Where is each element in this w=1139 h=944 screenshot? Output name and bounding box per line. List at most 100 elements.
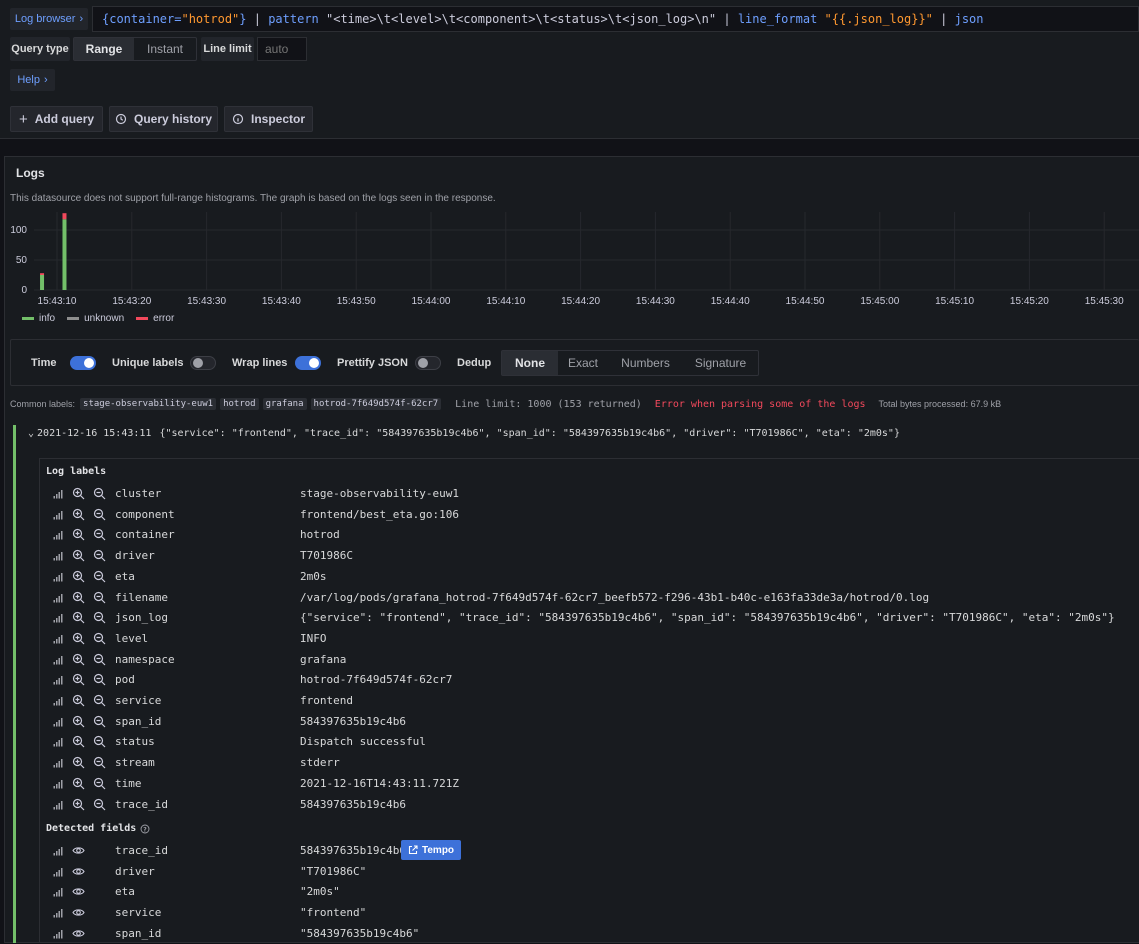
zoom-in-icon[interactable] [72, 653, 85, 669]
eye-icon[interactable] [72, 927, 85, 943]
zoom-in-icon[interactable] [72, 735, 85, 751]
stats-icon[interactable] [53, 489, 63, 502]
zoom-in-icon[interactable] [72, 611, 85, 627]
stats-icon[interactable] [53, 867, 63, 880]
zoom-in-icon[interactable] [72, 715, 85, 731]
stats-icon[interactable] [53, 551, 63, 564]
dedup-numbers[interactable]: Numbers [608, 351, 683, 375]
zoom-out-icon[interactable] [93, 487, 106, 503]
stats-icon[interactable] [53, 510, 63, 523]
stats-icon[interactable] [53, 696, 63, 709]
zoom-out-icon[interactable] [93, 673, 106, 689]
label-row: eta 2m0s [0, 567, 1139, 587]
eye-icon[interactable] [72, 906, 85, 922]
question-circle-icon[interactable]: ? [140, 824, 150, 834]
query-line-format-keyword: line_format [737, 12, 818, 26]
stats-icon[interactable] [53, 717, 63, 730]
help-button[interactable]: Help › [10, 69, 55, 91]
legend-item-info[interactable]: info [22, 313, 55, 324]
legend-label-info: info [39, 313, 56, 324]
chevron-right-icon: › [43, 74, 48, 86]
log-browser-button[interactable]: Log browser › [10, 8, 88, 30]
label-key: namespace [115, 652, 175, 666]
zoom-out-icon[interactable] [93, 508, 106, 524]
zoom-out-icon[interactable] [93, 777, 106, 793]
stats-icon[interactable] [53, 634, 63, 647]
label-value: frontend [300, 694, 353, 707]
label-key: trace_id [115, 797, 168, 811]
zoom-in-icon[interactable] [72, 508, 85, 524]
field-value: 584397635b19c4b6 [300, 844, 406, 857]
eye-icon[interactable] [72, 865, 85, 881]
unique-labels-toggle[interactable] [190, 356, 216, 370]
stats-icon[interactable] [53, 929, 63, 942]
label-key: component [115, 507, 175, 521]
prettify-json-toggle[interactable] [415, 356, 441, 370]
eye-icon[interactable] [72, 844, 85, 860]
stats-icon[interactable] [53, 572, 63, 585]
zoom-out-icon[interactable] [93, 715, 106, 731]
zoom-out-icon[interactable] [93, 611, 106, 627]
dedup-exact[interactable]: Exact [558, 351, 608, 375]
zoom-in-icon[interactable] [72, 549, 85, 565]
zoom-out-icon[interactable] [93, 756, 106, 772]
zoom-in-icon[interactable] [72, 798, 85, 814]
chevron-down-icon[interactable]: ⌄ [28, 428, 34, 439]
zoom-out-icon[interactable] [93, 735, 106, 751]
stats-icon[interactable] [53, 737, 63, 750]
stats-icon[interactable] [53, 779, 63, 792]
query-history-button[interactable]: Query history [109, 106, 218, 132]
tempo-link-button[interactable]: Tempo [401, 840, 462, 860]
query-input[interactable]: {container="hotrod"} | pattern "<time>\t… [92, 6, 1139, 32]
stats-icon[interactable] [53, 530, 63, 543]
query-type-label: Query type [10, 37, 70, 61]
field-row: eta "2m0s" [0, 882, 1139, 902]
query-type-instant[interactable]: Instant [134, 38, 196, 60]
zoom-out-icon[interactable] [93, 798, 106, 814]
stats-icon[interactable] [53, 655, 63, 668]
zoom-in-icon[interactable] [72, 694, 85, 710]
query-type-range[interactable]: Range [74, 38, 134, 60]
zoom-out-icon[interactable] [93, 653, 106, 669]
stats-icon[interactable] [53, 758, 63, 771]
zoom-in-icon[interactable] [72, 673, 85, 689]
dedup-signature[interactable]: Signature [683, 351, 758, 375]
field-key: trace_id [115, 844, 168, 857]
field-value: "frontend" [300, 906, 367, 920]
zoom-in-icon[interactable] [72, 528, 85, 544]
log-row[interactable]: ⌄ 2021-12-16 15:43:11 {"service": "fronte… [28, 428, 900, 439]
zoom-out-icon[interactable] [93, 632, 106, 648]
zoom-in-icon[interactable] [72, 487, 85, 503]
add-query-button[interactable]: + Add query [10, 106, 103, 132]
dedup-none[interactable]: None [502, 351, 558, 375]
zoom-out-icon[interactable] [93, 570, 106, 586]
zoom-in-icon[interactable] [72, 632, 85, 648]
zoom-out-icon[interactable] [93, 591, 106, 607]
legend-item-error[interactable]: error [136, 313, 174, 324]
stats-icon[interactable] [53, 887, 63, 900]
zoom-out-icon[interactable] [93, 528, 106, 544]
zoom-in-icon[interactable] [72, 777, 85, 793]
eye-icon[interactable] [72, 885, 85, 901]
stats-icon[interactable] [53, 593, 63, 606]
zoom-out-icon[interactable] [93, 694, 106, 710]
stats-icon[interactable] [53, 613, 63, 626]
zoom-out-icon[interactable] [93, 549, 106, 565]
stats-icon[interactable] [53, 908, 63, 921]
label-key: filename [115, 590, 168, 604]
stats-icon[interactable] [53, 846, 63, 859]
zoom-in-icon[interactable] [72, 756, 85, 772]
zoom-in-icon[interactable] [72, 570, 85, 586]
legend-item-unknown[interactable]: unknown [67, 313, 124, 324]
field-row: span_id "584397635b19c4b6" [0, 924, 1139, 944]
field-key: driver [115, 864, 155, 878]
wrap-lines-toggle[interactable] [295, 356, 321, 370]
zoom-in-icon[interactable] [72, 591, 85, 607]
x-tick-label: 15:44:20 [561, 296, 600, 307]
inspector-button[interactable]: Inspector [224, 106, 313, 132]
stats-icon[interactable] [53, 675, 63, 688]
label-row: cluster stage-observability-euw1 [0, 484, 1139, 504]
stats-icon[interactable] [53, 800, 63, 813]
line-limit-input[interactable] [257, 37, 307, 61]
time-toggle[interactable] [70, 356, 96, 370]
